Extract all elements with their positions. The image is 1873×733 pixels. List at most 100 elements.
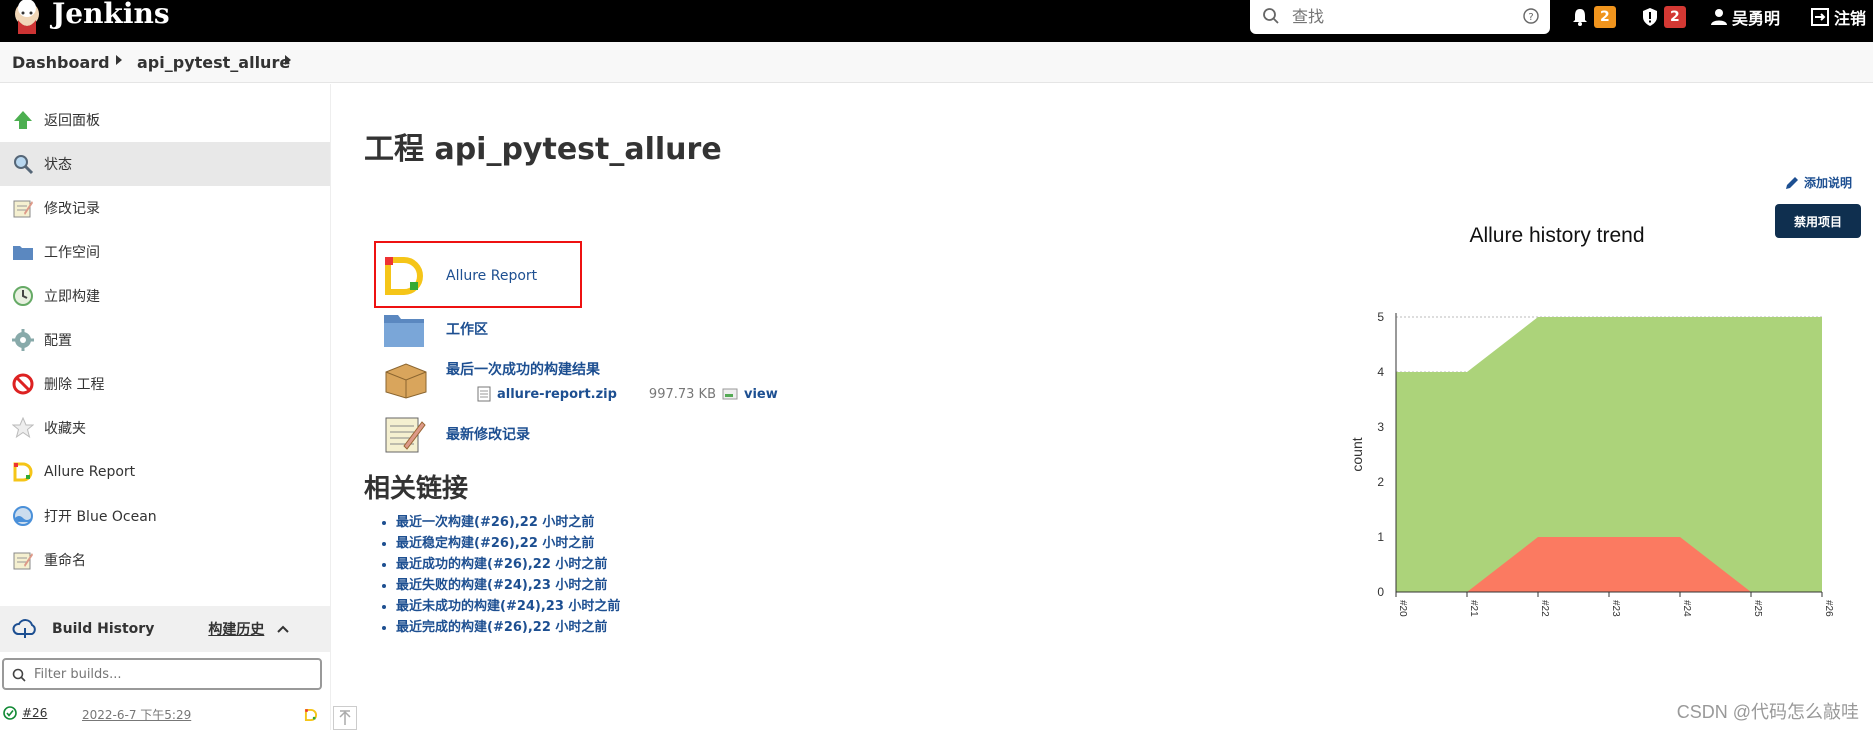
build-number-link[interactable]: #26 [22,706,47,720]
success-check-icon [3,706,17,720]
folder-icon [13,246,33,260]
build-date-link[interactable]: 2022-6-7 下午5:29 [82,706,191,723]
main-content: 工程 api_pytest_allure 添加说明 禁用项目 Allure Re… [332,84,1873,730]
security-button[interactable]: 2 [1640,4,1686,30]
allure-trend-chart[interactable]: Allure history trend 0 1 2 3 4 5 #20 #21 #22 #23 #… [1272,224,1842,634]
allure-icon [13,462,33,482]
sidebar-item-build-now[interactable]: 立即构建 [0,274,330,318]
sidebar-item-label: 返回面板 [44,113,100,129]
list-item: 最近一次构建(#26),22 小时之前 [396,512,620,533]
artifact-file-link[interactable]: allure-report.zip [497,387,617,402]
blue-ocean-icon [13,506,33,526]
user-icon [1711,9,1727,25]
list-item: 最近完成的构建(#26),22 小时之前 [396,617,620,638]
page-title: 工程 api_pytest_allure [364,132,722,167]
logout-label[interactable]: 注销 [1834,5,1866,29]
user-name[interactable]: 吴勇明 [1732,5,1780,29]
filter-builds-box[interactable] [2,658,322,690]
logout-icon [1811,8,1829,26]
help-icon[interactable]: ? [1522,7,1540,25]
folder-icon [384,315,424,347]
artifact-view-link[interactable]: view [744,387,778,402]
related-link[interactable]: 最近失败的构建(#24),23 小时之前 [396,578,607,593]
user-menu[interactable]: 吴勇明 [1710,4,1780,30]
list-item: 最近稳定构建(#26),22 小时之前 [396,533,620,554]
allure-report-label[interactable]: Allure Report [446,268,537,284]
artifact-size: 997.73 KB [648,386,716,402]
rename-icon [13,552,33,570]
add-description-label: 添加说明 [1804,176,1853,190]
related-link[interactable]: 最近未成功的构建(#24),23 小时之前 [396,599,620,614]
notifications-button[interactable]: 2 [1570,4,1616,30]
sidebar-item-allure-report[interactable]: Allure Report [0,450,330,494]
related-link[interactable]: 最近完成的构建(#26),22 小时之前 [396,620,607,635]
last-success-label[interactable]: 最后一次成功的构建结果 [446,359,600,379]
sidebar-item-changes[interactable]: 修改记录 [0,186,330,230]
top-header: Jenkins ? 2 2 吴勇明 注销 [0,0,1873,42]
up-arrow-icon [14,111,32,129]
sidebar-item-status[interactable]: 状态 [0,142,330,186]
search-icon [1263,8,1279,24]
workspace-link[interactable]: 工作区 [382,309,488,349]
changes-label[interactable]: 最新修改记录 [446,424,530,444]
changes-link[interactable]: 最新修改记录 [382,412,530,456]
build-history-title: Build History [52,621,155,637]
search-input[interactable] [1290,3,1510,29]
related-link[interactable]: 最近成功的构建(#26),22 小时之前 [396,557,607,572]
build-history-link[interactable]: 构建历史 [208,619,264,639]
y-tick-label: 5 [1377,310,1384,324]
breadcrumb-dashboard[interactable]: Dashboard [12,53,110,72]
sidebar-item-label: 打开 Blue Ocean [44,509,157,525]
related-link[interactable]: 最近稳定构建(#26),22 小时之前 [396,536,594,551]
sidebar-item-configure[interactable]: 配置 [0,318,330,362]
workspace-label[interactable]: 工作区 [446,319,488,339]
y-axis-label: count [1349,437,1365,471]
notepad-icon [385,417,426,453]
sidebar-item-label: 重命名 [44,553,86,569]
list-item: 最近成功的构建(#26),22 小时之前 [396,554,620,575]
watermark: CSDN @代码怎么敲哇 [1676,702,1859,722]
breadcrumb-project[interactable]: api_pytest_allure [137,53,290,72]
sidebar-item-rename[interactable]: 重命名 [0,538,330,582]
brand-title[interactable]: Jenkins [52,0,170,28]
chevron-up-icon[interactable] [276,624,290,634]
sidebar-item-label: 配置 [44,333,72,349]
bell-icon [1573,9,1587,26]
logout-button[interactable]: 注销 [1810,4,1866,30]
svg-text:?: ? [1528,12,1533,23]
add-description-link[interactable]: 添加说明 [1784,174,1852,191]
y-tick-label: 1 [1377,530,1384,544]
sidebar-item-label: Allure Report [44,464,136,480]
filter-builds-input[interactable] [32,664,312,684]
no-entry-icon [12,373,34,395]
allure-icon[interactable] [304,708,318,722]
sidebar-item-label: 删除 工程 [44,377,105,393]
shield-icon [1643,8,1657,26]
sidebar-item-back-to-dashboard[interactable]: 返回面板 [0,98,330,142]
x-tick-label: #20 [1397,600,1408,617]
sidebar-item-label: 状态 [44,157,72,173]
related-link[interactable]: 最近一次构建(#26),22 小时之前 [396,515,594,530]
allure-report-link[interactable]: Allure Report [382,254,537,298]
sidebar-item-favorite[interactable]: 收藏夹 [0,406,330,450]
breadcrumb-separator-icon[interactable] [285,55,291,65]
gear-icon [12,329,34,351]
trend-chart-svg: 0 1 2 3 4 5 #20 #21 #22 #23 #24 #25 #26 count [1349,310,1834,617]
sidebar-item-label: 立即构建 [44,289,100,305]
artifact-row: allure-report.zip 997.73 KB view [477,386,778,402]
sidebar-item-blue-ocean[interactable]: 打开 Blue Ocean [0,494,330,538]
related-links-list: 最近一次构建(#26),22 小时之前 最近稳定构建(#26),22 小时之前 … [372,512,620,638]
build-history-row: #26 2022-6-7 下午5:29 [0,702,330,730]
jenkins-logo-icon[interactable] [10,0,44,34]
clock-build-icon [13,286,33,306]
sidebar-item-workspace[interactable]: 工作空间 [0,230,330,274]
search-icon [12,668,26,682]
sidebar: 返回面板 状态 修改记录 工作空间 立即构建 配置 删除 工程 收藏夹 Allu… [0,84,331,730]
x-tick-label: #25 [1752,600,1763,617]
breadcrumb-separator-icon[interactable] [116,55,122,65]
search-box[interactable]: ? [1250,0,1550,34]
sidebar-item-delete-project[interactable]: 删除 工程 [0,362,330,406]
list-item: 最近失败的构建(#24),23 小时之前 [396,575,620,596]
breadcrumb: Dashboard api_pytest_allure [0,42,1873,83]
security-count-badge: 2 [1664,6,1686,28]
